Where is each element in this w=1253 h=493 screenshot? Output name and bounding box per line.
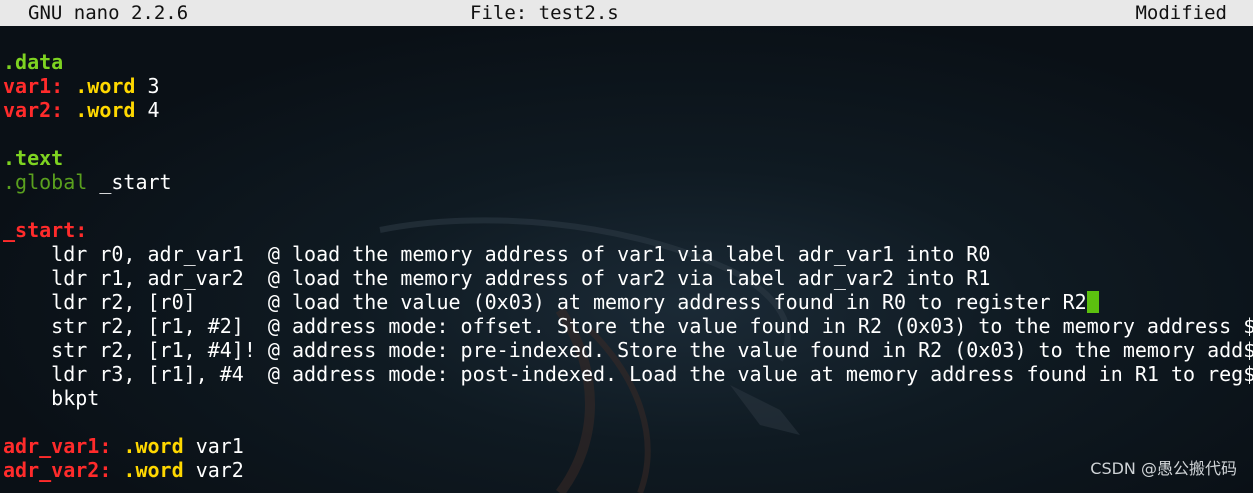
code-line[interactable]: ldr r2, [r0] @ load the value (0x03) at … bbox=[3, 290, 1253, 314]
code-line[interactable]: str r2, [r1, #2] @ address mode: offset.… bbox=[3, 314, 1253, 338]
code-line[interactable]: ldr r0, adr_var1 @ load the memory addre… bbox=[3, 242, 1253, 266]
code-text: ldr r2, [r0] @ load the value (0x03) at … bbox=[3, 290, 1087, 314]
symbol: _start bbox=[99, 170, 172, 194]
word-directive: .word bbox=[123, 434, 184, 458]
code-line[interactable]: ldr r3, [r1], #4 @ address mode: post-in… bbox=[3, 362, 1253, 386]
value: var1 bbox=[195, 434, 244, 458]
code-line-empty[interactable] bbox=[3, 122, 1253, 146]
code-line-empty[interactable] bbox=[3, 194, 1253, 218]
code-line[interactable]: bkpt bbox=[3, 386, 1253, 410]
code-line[interactable]: ldr r1, adr_var2 @ load the memory addre… bbox=[3, 266, 1253, 290]
value: 4 bbox=[147, 98, 160, 122]
value: 3 bbox=[147, 74, 160, 98]
label-var1: var1: bbox=[3, 74, 64, 98]
nano-title-bar: GNU nano 2.2.6 File: test2.s Modified bbox=[0, 0, 1253, 26]
code-line-empty[interactable] bbox=[3, 410, 1253, 434]
value: var2 bbox=[195, 458, 244, 482]
word-directive: .word bbox=[75, 74, 136, 98]
code-line[interactable]: adr_var1: .word var1 bbox=[3, 434, 1253, 458]
app-name: GNU nano 2.2.6 bbox=[28, 2, 189, 24]
code-line[interactable]: str r2, [r1, #4]! @ address mode: pre-in… bbox=[3, 338, 1253, 362]
file-name: File: test2.s bbox=[470, 2, 619, 24]
label-adr-var1: adr_var1: bbox=[3, 434, 112, 458]
code-line[interactable]: .data bbox=[3, 50, 1253, 74]
code-line[interactable]: var1: .word 3 bbox=[3, 74, 1253, 98]
word-directive: .word bbox=[75, 98, 136, 122]
label-adr-var2: adr_var2: bbox=[3, 458, 112, 482]
code-line[interactable]: var2: .word 4 bbox=[3, 98, 1253, 122]
text-directive: .text bbox=[3, 146, 64, 170]
label-var2: var2: bbox=[3, 98, 64, 122]
label-start: _start: bbox=[3, 218, 88, 242]
modified-status: Modified bbox=[1135, 2, 1227, 24]
global-directive: .global bbox=[3, 170, 88, 194]
code-line[interactable]: .global _start bbox=[3, 170, 1253, 194]
csdn-watermark: CSDN @愚公搬代码 bbox=[1090, 459, 1237, 478]
code-line[interactable]: adr_var2: .word var2 bbox=[3, 458, 1253, 482]
code-line[interactable]: .text bbox=[3, 146, 1253, 170]
editor-text-area[interactable]: .data var1: .word 3 var2: .word 4 .text … bbox=[3, 50, 1253, 482]
data-directive: .data bbox=[3, 50, 64, 74]
word-directive: .word bbox=[123, 458, 184, 482]
code-line[interactable]: _start: bbox=[3, 218, 1253, 242]
text-cursor bbox=[1086, 291, 1099, 313]
